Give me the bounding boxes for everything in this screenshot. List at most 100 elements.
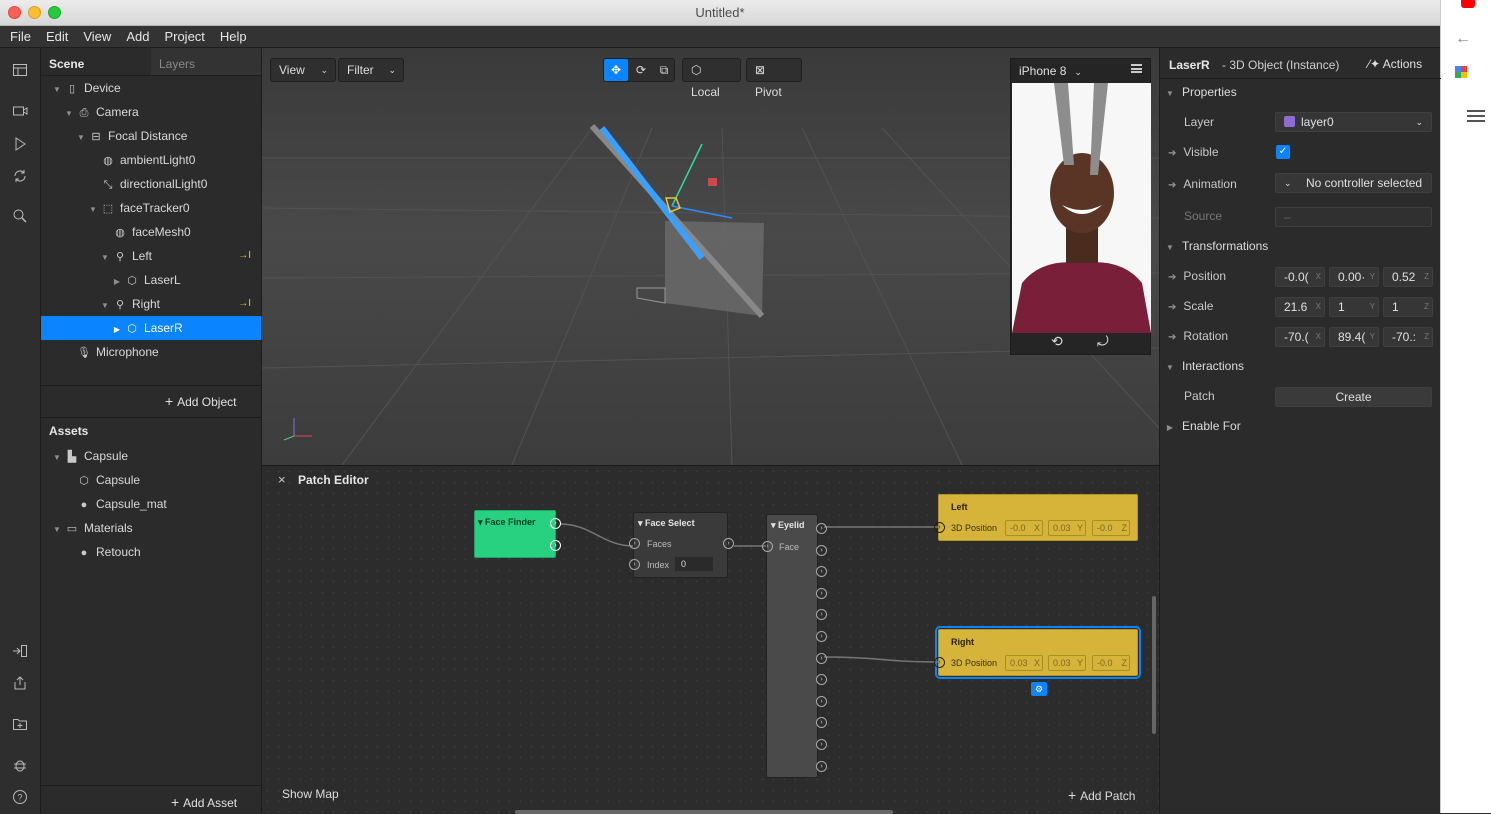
scale-x-input[interactable]: 21.6 X xyxy=(1275,297,1325,317)
horizontal-scrollbar[interactable] xyxy=(515,810,893,814)
move-tool-icon[interactable]: ✥ xyxy=(604,59,628,81)
tree-item[interactable]: ▼ ⚲ Right →I xyxy=(41,292,261,316)
tree-item[interactable]: ▶ ⬡ LaserL xyxy=(41,268,261,292)
collapse-arrow-icon[interactable]: ▼ xyxy=(99,294,111,318)
hamburger-menu-icon[interactable] xyxy=(1467,110,1485,122)
search-icon[interactable] xyxy=(11,208,29,226)
transformations-section[interactable]: ▼ Transformations xyxy=(1160,231,1441,261)
scale-tool-icon[interactable]: ⧉ xyxy=(653,59,675,81)
position-x-field[interactable]: -0.0 X xyxy=(1005,520,1043,536)
vertical-scrollbar[interactable] xyxy=(1152,596,1156,734)
tree-item[interactable]: ◍ ambientLight0 xyxy=(41,148,261,172)
output-port[interactable]: › xyxy=(816,544,827,556)
keyframe-arrow-icon[interactable]: ➔ xyxy=(1168,180,1176,191)
rotate-camera-icon[interactable]: ⟲ xyxy=(1051,333,1063,350)
position-z-field[interactable]: -0.0 Z xyxy=(1092,520,1130,536)
scale-z-input[interactable]: 1Z xyxy=(1383,297,1433,317)
input-port[interactable]: › xyxy=(934,657,945,668)
output-port[interactable]: › xyxy=(816,695,827,707)
output-port[interactable]: › xyxy=(723,538,734,549)
tree-item[interactable]: ▼ ▯ Device xyxy=(41,76,261,100)
tree-item[interactable]: ▶ ⬡ LaserR xyxy=(41,316,261,340)
input-port[interactable]: › xyxy=(629,538,640,549)
actions-button[interactable]: ⁄✦ Actions xyxy=(1368,57,1422,71)
tree-item[interactable]: ▼ ▭ Materials xyxy=(41,516,261,540)
input-port[interactable]: › xyxy=(762,541,773,552)
menu-edit[interactable]: Edit xyxy=(46,29,68,44)
animation-select[interactable]: ⌄ No controller selected xyxy=(1275,173,1432,193)
local-toggle[interactable]: ⬡ Local xyxy=(682,58,741,99)
bug-icon[interactable] xyxy=(11,757,29,775)
output-port[interactable]: › xyxy=(816,739,827,750)
tree-item[interactable]: ◍ faceMesh0 xyxy=(41,220,261,244)
tree-item[interactable]: ⬡ Capsule xyxy=(41,468,261,492)
expand-arrow-icon[interactable]: ▶ xyxy=(111,270,123,294)
add-folder-icon[interactable] xyxy=(11,716,29,734)
visible-checkbox[interactable]: ✓ xyxy=(1276,145,1290,159)
position-y-field[interactable]: 0.03 Y xyxy=(1048,520,1086,536)
view-dropdown[interactable]: View ⌄ xyxy=(270,58,336,82)
position-z-input[interactable]: 0.52 Z xyxy=(1383,267,1433,287)
position-y-field[interactable]: 0.03 Y xyxy=(1048,655,1086,671)
rotate-tool-icon[interactable]: ⟳ xyxy=(630,59,652,81)
interactions-section[interactable]: ▼ Interactions xyxy=(1160,351,1441,381)
add-asset-button[interactable]: + Add Asset xyxy=(171,794,237,810)
position-z-field[interactable]: -0.0 Z xyxy=(1092,655,1130,671)
collapse-arrow-icon[interactable]: ▼ xyxy=(75,126,87,150)
collapse-arrow-icon[interactable]: ▼ xyxy=(51,78,63,102)
keyframe-arrow-icon[interactable]: ➔ xyxy=(1168,302,1176,313)
position-y-input[interactable]: 0.00· Y xyxy=(1329,267,1379,287)
position-x-input[interactable]: -0.0(X xyxy=(1275,267,1325,287)
input-port[interactable]: › xyxy=(629,559,640,570)
patch-editor[interactable]: × Patch Editor ▾ Face Finder › › ▾ Face … xyxy=(262,465,1159,814)
play-icon[interactable] xyxy=(11,136,29,154)
expand-arrow-icon[interactable]: ▶ xyxy=(111,318,123,342)
show-map-button[interactable]: Show Map xyxy=(282,787,339,801)
collapse-arrow-icon[interactable]: ▼ xyxy=(99,246,111,270)
index-input[interactable]: 0 xyxy=(675,557,713,571)
tree-item[interactable]: ▼ ▙ Capsule xyxy=(41,444,261,468)
menu-help[interactable]: Help xyxy=(220,29,247,44)
apps-grid-icon[interactable] xyxy=(1455,66,1467,78)
output-port[interactable]: › xyxy=(550,518,561,529)
import-icon[interactable] xyxy=(11,643,29,661)
rotate-device-icon[interactable]: ⤾ xyxy=(1097,333,1109,350)
keyframe-arrow-icon[interactable]: ➔ xyxy=(1168,332,1176,343)
output-port[interactable]: › xyxy=(816,587,827,599)
keyframe-arrow-icon[interactable]: ➔ xyxy=(1168,272,1176,283)
properties-section[interactable]: ▼ Properties xyxy=(1160,77,1441,107)
tab-scene[interactable]: Scene xyxy=(41,48,151,75)
collapse-arrow-icon[interactable]: ▼ xyxy=(51,446,63,470)
back-arrow-icon[interactable]: ← xyxy=(1455,30,1471,48)
tree-item[interactable]: ▼ ⬚ faceTracker0 xyxy=(41,196,261,220)
right-object-patch[interactable]: Right › 3D Position 0.03 X 0.03 Y -0.0 Z xyxy=(934,626,1141,679)
video-camera-icon[interactable] xyxy=(11,103,29,121)
refresh-icon[interactable] xyxy=(11,168,29,186)
create-patch-button[interactable]: Create xyxy=(1275,387,1432,407)
face-finder-patch[interactable]: ▾ Face Finder › › xyxy=(474,510,561,558)
gear-icon[interactable]: ⚙ xyxy=(1031,682,1047,696)
export-share-icon[interactable] xyxy=(11,675,29,693)
menu-view[interactable]: View xyxy=(83,29,111,44)
output-port[interactable]: › xyxy=(816,760,827,772)
pivot-toggle[interactable]: ⊠ Pivot xyxy=(746,58,802,99)
collapse-arrow-icon[interactable]: ▼ xyxy=(51,518,63,542)
help-icon[interactable]: ? xyxy=(11,789,29,807)
menu-add[interactable]: Add xyxy=(126,29,149,44)
add-object-button[interactable]: + Add Object xyxy=(165,393,236,409)
output-port[interactable]: › xyxy=(550,540,561,551)
simulator-menu-icon[interactable] xyxy=(1131,64,1142,73)
tree-item[interactable]: ▼ ⎙ Camera xyxy=(41,100,261,124)
menu-project[interactable]: Project xyxy=(164,29,204,44)
position-x-field[interactable]: 0.03 X xyxy=(1005,655,1043,671)
gizmo-plane-handle[interactable] xyxy=(708,178,717,186)
collapse-arrow-icon[interactable]: ▼ xyxy=(63,102,75,126)
output-port[interactable]: › xyxy=(816,631,827,642)
eyelid-patch[interactable]: ▾ Eyelid › Face › › › › › › › › › › › › xyxy=(762,514,827,778)
tree-item[interactable]: ▼ ⚲ Left →I xyxy=(41,244,261,268)
enable-for-section[interactable]: ▶ Enable For xyxy=(1160,411,1441,441)
keyframe-arrow-icon[interactable]: ➔ xyxy=(1168,148,1176,159)
layer-select[interactable]: layer0 ⌄ xyxy=(1275,112,1432,132)
device-selector[interactable]: iPhone 8 ⌄ xyxy=(1011,59,1150,83)
output-port[interactable]: › xyxy=(816,523,827,534)
